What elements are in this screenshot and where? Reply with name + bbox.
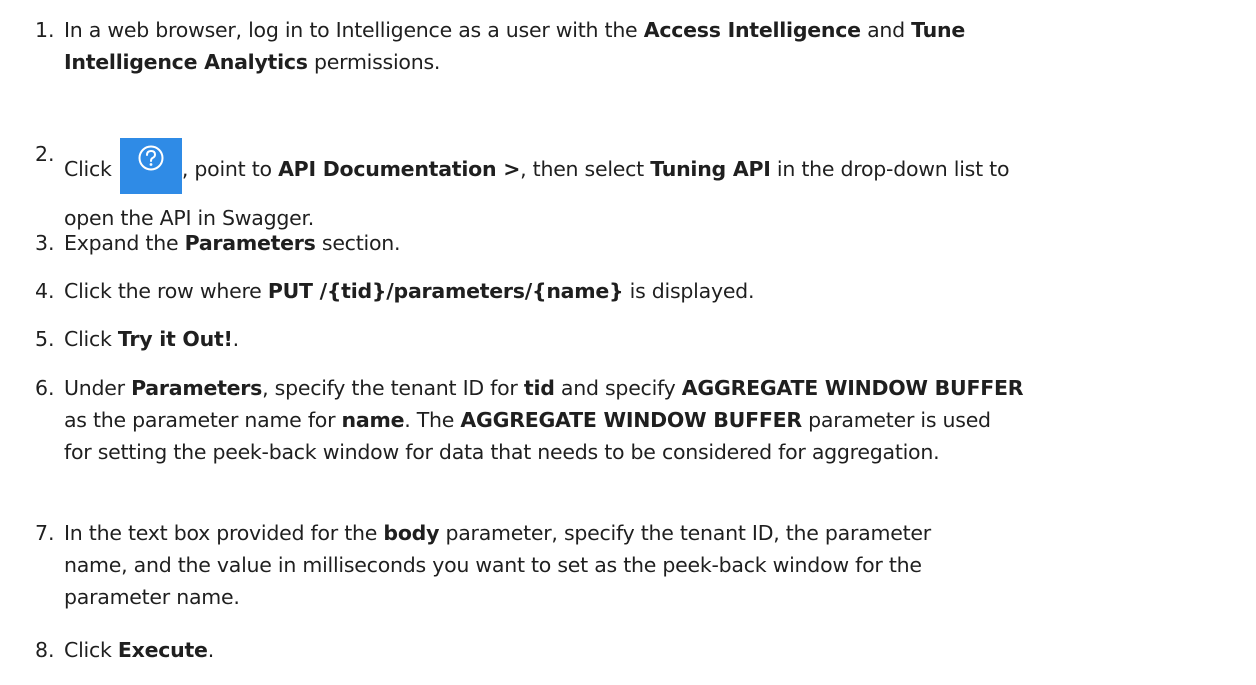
emphasized-term: Try it Out! [117,327,233,351]
emphasized-term: Tuning API [650,157,771,181]
step-number: 2. [35,142,55,166]
emphasized-term: Parameters [131,376,263,400]
text-line: as the parameter name for name. The AGGR… [64,404,1224,436]
emphasized-term: AGGREGATE WINDOW BUFFER [460,408,802,432]
step-text: In a web browser, log in to Intelligence… [64,14,1224,78]
help-icon [138,145,164,171]
step-text: Click , point to API Documentation >, th… [64,138,1224,234]
text-line: Under Parameters, specify the tenant ID … [64,372,1224,404]
text-line: Click the row where PUT /{tid}/parameter… [64,275,1224,307]
emphasized-term: API Documentation > [278,157,521,181]
step-number: 6. [35,376,55,400]
text-segment: In the text box provided for the [64,521,384,545]
text-segment: . [232,327,240,351]
text-segment: , point to [181,157,279,181]
text-segment: name, and the value in milliseconds you … [64,553,922,577]
text-segment: section. [315,231,401,255]
emphasized-term: tid [523,376,555,400]
step-number: 4. [35,279,55,303]
step-text: In the text box provided for the body pa… [64,517,1224,613]
text-segment: Click [64,157,118,181]
step-number: 1. [35,18,55,42]
emphasized-term: name [341,408,405,432]
step-number: 7. [35,521,55,545]
text-line: Click Try it Out!. [64,323,1224,355]
text-segment: permissions. [307,50,441,74]
step-text: Expand the Parameters section. [64,227,1224,259]
text-segment: parameter name. [64,585,240,609]
text-segment: In a web browser, log in to Intelligence… [64,18,644,42]
step-text: Click the row where PUT /{tid}/parameter… [64,275,1224,307]
step-number: 5. [35,327,55,351]
text-segment: Click [64,327,118,351]
text-segment: Click the row where [64,279,268,303]
text-line: In a web browser, log in to Intelligence… [64,14,1224,46]
help-button[interactable] [119,138,182,194]
text-segment: parameter, specify the tenant ID, the pa… [439,521,931,545]
text-segment: . The [404,408,461,432]
text-line: parameter name. [64,581,1224,613]
step-number: 3. [35,231,55,255]
text-segment: Click [64,638,118,662]
text-segment: and [860,18,912,42]
emphasized-term: Execute [117,638,208,662]
emphasized-term: Parameters [184,231,316,255]
text-line: name, and the value in milliseconds you … [64,549,1224,581]
step-text: Under Parameters, specify the tenant ID … [64,372,1224,468]
emphasized-term: PUT /{tid}/parameters/{name} [267,279,624,303]
text-line: Expand the Parameters section. [64,227,1224,259]
text-segment: Expand the [64,231,185,255]
text-line: Click , point to API Documentation >, th… [64,138,1224,194]
text-segment: Under [64,376,132,400]
step-text: Click Try it Out!. [64,323,1224,355]
emphasized-term: Intelligence Analytics [64,50,308,74]
emphasized-term: Access Intelligence [643,18,861,42]
text-segment: parameter is used [801,408,991,432]
emphasized-term: AGGREGATE WINDOW BUFFER [681,376,1024,400]
step-text: Click Execute. [64,634,1224,666]
emphasized-term: body [383,521,440,545]
text-segment: . [207,638,215,662]
text-segment: in the drop-down list to [770,157,1010,181]
text-segment: as the parameter name for [64,408,342,432]
text-line: In the text box provided for the body pa… [64,517,1224,549]
text-segment: is displayed. [623,279,755,303]
step-number: 8. [35,638,55,662]
text-line: Click Execute. [64,634,1224,666]
text-segment: , specify the tenant ID for [262,376,524,400]
text-segment: and specify [554,376,682,400]
text-segment: , then select [520,157,651,181]
text-segment: for setting the peek-back window for dat… [64,440,940,464]
emphasized-term: Tune [911,18,965,42]
text-line: for setting the peek-back window for dat… [64,436,1224,468]
text-line: Intelligence Analytics permissions. [64,46,1224,78]
